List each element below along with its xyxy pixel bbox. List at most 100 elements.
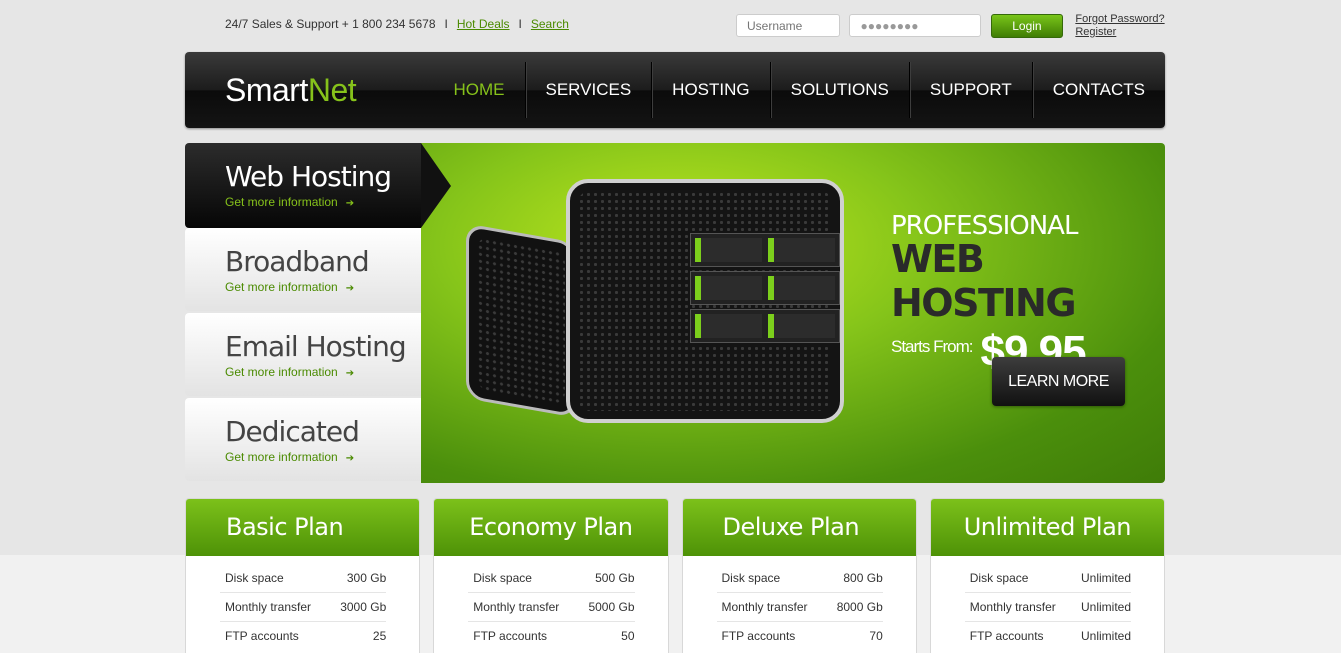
plan-title[interactable]: Basic Plan <box>186 499 420 556</box>
tab-more-text: Get more information <box>225 195 338 209</box>
drive <box>695 276 762 300</box>
username-input[interactable] <box>736 14 840 37</box>
tab-more-link[interactable]: Get more information ➔ <box>225 450 421 464</box>
slider-tabs: Web Hosting Get more information ➔ Broadb… <box>185 143 451 483</box>
learn-more-button[interactable]: LEARN MORE <box>992 357 1125 406</box>
plan-card-basic: Basic Plan Disk space 300 Gb Monthly tran… <box>185 498 421 653</box>
feature-label: Disk space <box>473 571 532 585</box>
arrow-right-icon: ➔ <box>345 198 355 209</box>
hero-slider: PROFESSIONAL WEB HOSTING Starts From: $9.… <box>185 143 1165 483</box>
drive-bay <box>690 233 840 267</box>
tab-more-link[interactable]: Get more information ➔ <box>225 365 421 379</box>
feature-label: Disk space <box>721 571 781 585</box>
plan-feature-row: Disk space 800 Gb <box>716 564 883 593</box>
feature-value: 50 <box>621 629 635 643</box>
drive <box>768 314 835 338</box>
nav-item-hosting[interactable]: HOSTING <box>651 62 769 118</box>
support-phone: 24/7 Sales & Support + 1 800 234 5678 <box>225 17 436 31</box>
plan-feature-row: FTP accounts Unlimited <box>965 622 1131 651</box>
register-link[interactable]: Register <box>1075 26 1164 39</box>
slider-tab-email-hosting[interactable]: Email Hosting Get more information ➔ <box>185 313 421 396</box>
feature-label: Monthly transfer <box>721 600 808 614</box>
server-image-back <box>466 223 576 418</box>
nav-item-solutions[interactable]: SOLUTIONS <box>769 62 909 118</box>
topbar: 24/7 Sales & Support + 1 800 234 5678 I Ho… <box>225 17 569 31</box>
logo[interactable]: SmartNet <box>225 72 357 109</box>
hot-deals-link[interactable]: Hot Deals <box>457 17 510 31</box>
feature-value: 3000 Gb <box>340 600 387 614</box>
plan-feature-row: FTP accounts 70 <box>717 622 883 651</box>
tab-more-link[interactable]: Get more information ➔ <box>225 280 421 294</box>
nav-item-services[interactable]: SERVICES <box>524 62 652 118</box>
tab-more-text: Get more information <box>225 365 338 379</box>
login-form: Login Forgot Password? Register <box>736 13 1165 39</box>
feature-value: 70 <box>869 629 883 643</box>
plan-features: Disk space 500 Gb Monthly transfer 5000 Gb… <box>434 556 667 651</box>
plan-feature-row: Monthly transfer 3000 Gb <box>220 593 387 622</box>
plan-feature-row: Monthly transfer 8000 Gb <box>716 593 883 622</box>
plan-feature-row: Disk space 300 Gb <box>220 564 387 593</box>
promo-text: PROFESSIONAL WEB HOSTING Starts From: $9.… <box>891 211 1165 377</box>
login-button[interactable]: Login <box>990 14 1063 38</box>
feature-value: 5000 Gb <box>588 600 635 614</box>
server-image-front <box>566 179 844 423</box>
server-mesh <box>477 236 565 405</box>
feature-label: Monthly transfer <box>969 600 1056 614</box>
plan-feature-row: Disk space Unlimited <box>964 564 1131 593</box>
tab-more-link[interactable]: Get more information ➔ <box>225 195 421 209</box>
nav-item-home[interactable]: HOME <box>434 62 525 118</box>
tab-more-text: Get more information <box>225 450 338 464</box>
arrow-right-icon: ➔ <box>345 283 355 294</box>
plan-features: Disk space 800 Gb Monthly transfer 8000 Gb… <box>683 556 916 651</box>
feature-label: Monthly transfer <box>225 600 312 614</box>
drive-bay <box>690 271 840 305</box>
feature-value: 800 Gb <box>843 571 883 585</box>
forgot-password-link[interactable]: Forgot Password? <box>1075 13 1164 26</box>
main-navbar: SmartNet HOME SERVICES HOSTING SOLUTIONS… <box>185 52 1165 128</box>
nav-item-contacts[interactable]: CONTACTS <box>1031 62 1165 118</box>
separator: I <box>444 17 448 31</box>
tab-title: Web Hosting <box>225 160 392 193</box>
feature-value: 500 Gb <box>595 571 635 585</box>
plan-card-economy: Economy Plan Disk space 500 Gb Monthly tr… <box>433 498 669 653</box>
feature-label: FTP accounts <box>473 629 548 643</box>
feature-value: 8000 Gb <box>836 600 883 614</box>
feature-value: Unlimited <box>1080 629 1131 643</box>
hero-banner: PROFESSIONAL WEB HOSTING Starts From: $9.… <box>421 143 1165 483</box>
plan-feature-row: Monthly transfer 5000 Gb <box>468 593 635 622</box>
hosting-plans: Basic Plan Disk space 300 Gb Monthly tran… <box>185 498 1165 653</box>
arrow-right-icon: ➔ <box>345 453 355 464</box>
plan-feature-row: FTP accounts 50 <box>468 622 634 651</box>
feature-value: Unlimited <box>1080 571 1131 585</box>
drive <box>768 238 835 262</box>
feature-label: FTP accounts <box>225 629 299 643</box>
plan-title[interactable]: Deluxe Plan <box>682 499 916 556</box>
plan-card-unlimited: Unlimited Plan Disk space Unlimited Month… <box>929 498 1165 653</box>
search-link[interactable]: Search <box>531 17 569 31</box>
plan-title[interactable]: Unlimited Plan <box>930 499 1164 556</box>
starts-from-label: Starts From: <box>891 337 974 356</box>
slider-tab-dedicated[interactable]: Dedicated Get more information ➔ <box>185 398 421 481</box>
plan-features: Disk space Unlimited Monthly transfer Unli… <box>931 556 1164 651</box>
main-menu: HOME SERVICES HOSTING SOLUTIONS SUPPORT … <box>434 62 1166 118</box>
feature-label: Disk space <box>225 571 284 585</box>
plan-features: Disk space 300 Gb Monthly transfer 3000 Gb… <box>186 556 419 651</box>
password-input[interactable] <box>849 14 982 37</box>
feature-value: 300 Gb <box>346 571 387 585</box>
feature-label: FTP accounts <box>969 629 1044 643</box>
tab-more-text: Get more information <box>225 280 338 294</box>
drive-bay <box>690 309 840 343</box>
plan-title[interactable]: Economy Plan <box>434 499 668 556</box>
arrow-right-icon: ➔ <box>345 368 355 379</box>
feature-label: FTP accounts <box>721 629 796 643</box>
plan-feature-row: Monthly transfer Unlimited <box>964 593 1131 622</box>
slider-tab-broadband[interactable]: Broadband Get more information ➔ <box>185 228 421 311</box>
nav-item-support[interactable]: SUPPORT <box>908 62 1032 118</box>
tab-title: Dedicated <box>225 415 360 448</box>
plan-card-deluxe: Deluxe Plan Disk space 800 Gb Monthly tra… <box>681 498 917 653</box>
slider-tab-web-hosting[interactable]: Web Hosting Get more information ➔ <box>185 143 451 228</box>
separator: I <box>518 17 522 31</box>
drive <box>695 314 762 338</box>
tab-title: Email Hosting <box>225 330 407 363</box>
feature-label: Disk space <box>969 571 1029 585</box>
